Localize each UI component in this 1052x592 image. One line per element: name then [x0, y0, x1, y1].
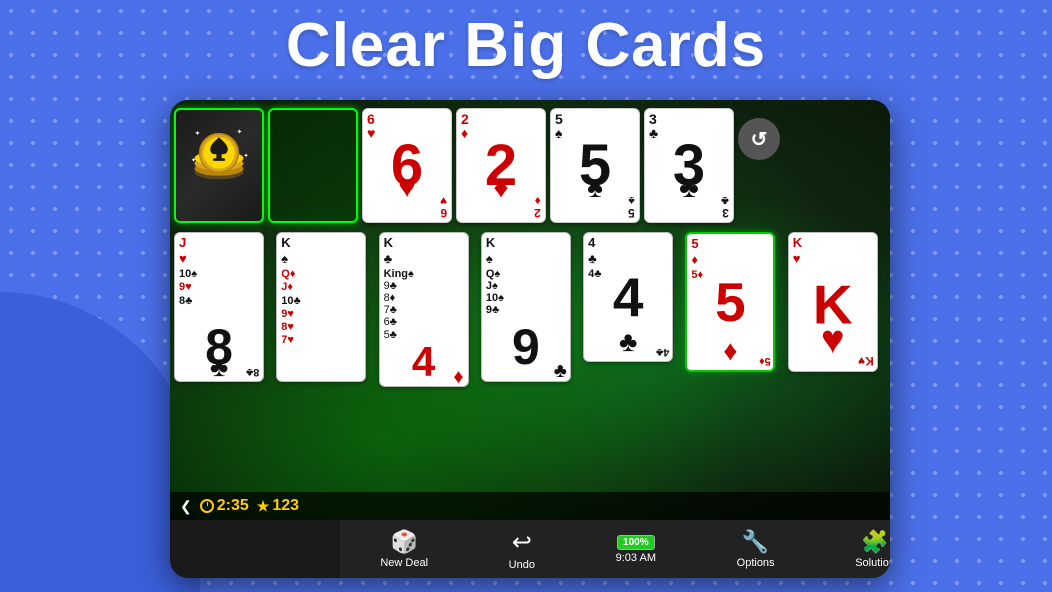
game-board: ✦ ✦ ✦ ✦ 6♥ 6 ♥ 6♥ 2♦ 2 ♦ 2♦	[170, 100, 890, 520]
card-3-clubs[interactable]: 3♣ 3 ♣ 3♣	[644, 108, 734, 223]
chevron-icon[interactable]: ❮	[180, 498, 192, 515]
svg-text:✦: ✦	[237, 128, 243, 136]
game-container: ✦ ✦ ✦ ✦ 6♥ 6 ♥ 6♥ 2♦ 2 ♦ 2♦	[170, 100, 890, 578]
new-deal-icon: 🎲	[390, 529, 417, 555]
options-icon: 🔧	[742, 529, 769, 555]
page-title: Clear Big Cards	[0, 10, 1052, 81]
battery-icon: 100%	[617, 535, 655, 550]
col-7: K♥ K ♥ K♥	[788, 232, 886, 492]
solution-icon: 🧩	[861, 529, 888, 555]
svg-text:✦: ✦	[244, 152, 249, 159]
card-6-hearts[interactable]: 6♥ 6 ♥ 6♥	[362, 108, 452, 223]
col-6: 5♦ 5♦ 5 ♦ 5♦	[685, 232, 783, 492]
game-status-bar: ❮ 2:35 ★ 123	[170, 492, 890, 520]
svg-text:✦: ✦	[195, 130, 201, 138]
undo-button[interactable]: ↩ Undo	[499, 524, 545, 575]
solution-button[interactable]: 🧩 Solution	[845, 525, 890, 573]
time-display: 100% 9:03 AM	[606, 531, 666, 568]
timer-display: 2:35	[200, 497, 249, 515]
col-5: 4♣ 4♣ 4 ♣ 4♣	[583, 232, 681, 492]
toolbar: 🎲 New Deal ↩ Undo 100% 9:03 AM 🔧 Options…	[340, 520, 890, 578]
token-card[interactable]: ✦ ✦ ✦ ✦	[174, 108, 264, 223]
clock-icon	[200, 499, 214, 513]
col-1: J♥ 10♠ 9♥ 8♣ 8 ♣ 8♣	[174, 232, 272, 492]
new-deal-button[interactable]: 🎲 New Deal	[370, 525, 438, 573]
star-icon: ★	[257, 498, 270, 515]
options-button[interactable]: 🔧 Options	[727, 525, 785, 573]
col-3: K♣ King♠ 9♣8♦7♣6♣5♣ 4 ♦	[379, 232, 477, 492]
col-4: K♠ Q♠ J♠ 10♠ 9♣ 9 ♣	[481, 232, 579, 492]
redo-button[interactable]: ↺	[738, 118, 780, 160]
score-display: ★ 123	[257, 497, 299, 515]
card-5-spades[interactable]: 5♠ 5 ♠ 5♠	[550, 108, 640, 223]
col-2: K♠ Q♦ J♦ 10♣ 9♥ 8♥ 7♥	[276, 232, 374, 492]
svg-text:✦: ✦	[191, 157, 196, 164]
card-2-diamonds[interactable]: 2♦ 2 ♦ 2♦	[456, 108, 546, 223]
empty-slot[interactable]	[268, 108, 358, 223]
undo-icon: ↩	[512, 528, 532, 557]
